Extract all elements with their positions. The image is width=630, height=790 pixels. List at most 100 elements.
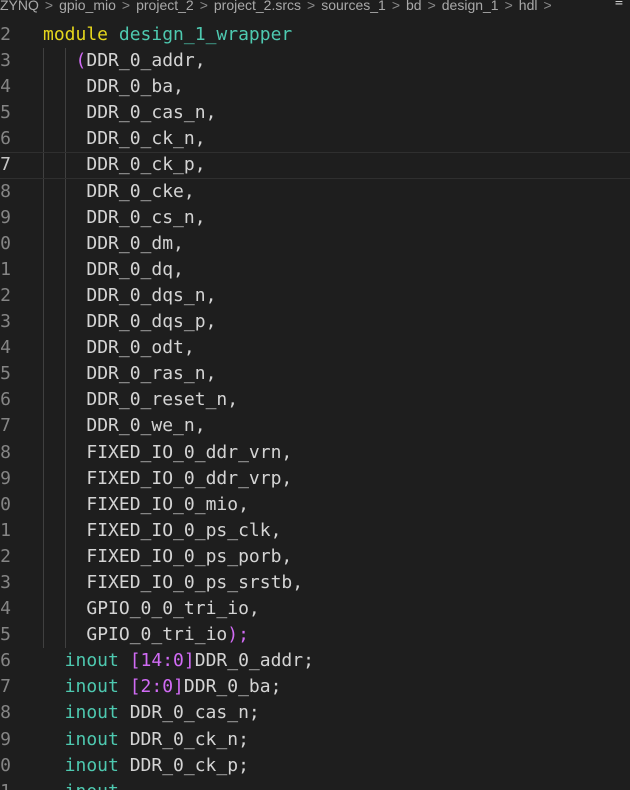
code-line[interactable]: 7 DDR_0_we_n, <box>0 413 630 440</box>
indent-guide <box>43 178 44 205</box>
indent-guide <box>64 100 66 127</box>
code-line-text: DDR_0_dqs_n, <box>86 283 216 309</box>
signal-name: DDR_0_ck_n; <box>129 728 249 750</box>
code-line[interactable]: 3 DDR_0_dqs_p, <box>0 309 630 336</box>
code-line-text: inout DDR_0_ck_n; <box>65 727 249 753</box>
indent-guide <box>43 543 44 570</box>
code-line[interactable]: 5 DDR_0_cas_n, <box>0 100 630 127</box>
port-name: GPIO_0_tri_io <box>86 624 228 646</box>
code-line[interactable]: 6 DDR_0_ck_n, <box>0 126 630 153</box>
breadcrumb-item[interactable]: ZYNQ <box>0 0 39 13</box>
code-line-text: DDR_0_cs_n, <box>86 205 205 231</box>
line-number: 4 <box>0 76 11 98</box>
code-line[interactable]: 6 inout [14:0]DDR_0_addr; <box>0 648 630 674</box>
breadcrumb-item[interactable]: design_1 <box>442 0 499 13</box>
code-line[interactable]: 0 inout DDR_0_ck_p; <box>0 753 630 779</box>
code-line[interactable]: 9 inout DDR_0_ck_n; <box>0 727 630 753</box>
line-number: 9 <box>0 728 11 750</box>
code-line-text: (DDR_0_addr, <box>76 48 206 74</box>
breadcrumb-separator-icon: > <box>121 0 131 13</box>
line-number: 5 <box>0 624 11 646</box>
breadcrumb-separator-icon: > <box>427 0 436 13</box>
keyword-inout: inout <box>64 702 119 724</box>
code-line-text: inout DDR_0_ck_p; <box>65 753 249 779</box>
code-line-text: DDR_0_dq, <box>86 257 184 283</box>
port-name: FIXED_IO_0_ddr_vrn, <box>86 441 293 463</box>
indent-guide <box>64 282 66 310</box>
port-name: DDR_0_ck_n, <box>86 128 206 150</box>
indent-guide <box>64 361 66 388</box>
indent-guide <box>43 596 44 623</box>
breadcrumb-item[interactable]: hdl <box>519 0 538 13</box>
breadcrumb-item[interactable]: project_2.srcs <box>214 0 301 13</box>
code-line-text: DDR_0_odt, <box>86 335 194 361</box>
indent-guide <box>64 74 66 101</box>
menu-icon[interactable]: ≡ <box>608 0 630 9</box>
code-line[interactable]: 3 FIXED_IO_0_ps_srstb, <box>0 569 630 597</box>
line-number: 7 <box>0 415 11 437</box>
code-line-text: FIXED_IO_0_mio, <box>86 492 249 518</box>
code-line[interactable]: 4 DDR_0_ba, <box>0 74 630 101</box>
code-line[interactable]: 2 module design_1_wrapper <box>0 22 630 48</box>
code-line[interactable]: 5 DDR_0_ras_n, <box>0 361 630 388</box>
code-line[interactable]: 2 DDR_0_dqs_n, <box>0 282 630 310</box>
line-number: 6 <box>0 128 11 150</box>
code-area[interactable]: 2 module design_1_wrapper 3 (DDR_0_addr, 4 DD… <box>0 22 630 790</box>
breadcrumb-item[interactable]: bd <box>406 0 422 13</box>
code-editor[interactable]: ZYNQ > gpio_mio > project_2 > project_2.srcs > s… <box>0 0 630 790</box>
port-name: DDR_0_cs_n, <box>86 206 206 228</box>
code-line[interactable]: 4 GPIO_0_0_tri_io, <box>0 596 630 623</box>
code-line[interactable]: 9 DDR_0_cs_n, <box>0 204 630 231</box>
code-line-text: FIXED_IO_0_ps_srstb, <box>86 570 303 596</box>
line-number: 1 <box>0 779 11 790</box>
code-line-text: FIXED_IO_0_ps_clk, <box>86 518 281 544</box>
code-line[interactable]: 8 DDR_0_cke, <box>0 178 630 205</box>
breadcrumb-item[interactable]: project_2 <box>136 0 194 13</box>
code-line[interactable]: 9 FIXED_IO_0_ddr_vrp, <box>0 465 630 492</box>
code-line[interactable]: 8 FIXED_IO_0_ddr_vrn, <box>0 439 630 466</box>
code-line-text: DDR_0_ck_p, <box>86 153 205 177</box>
indent-guide <box>43 465 44 492</box>
indent-guide <box>64 204 66 231</box>
code-line[interactable]: 7 inout [2:0]DDR_0_ba; <box>0 674 630 700</box>
indent-guide <box>64 309 66 336</box>
close-paren: ); <box>227 624 249 646</box>
line-number: 1 <box>0 519 11 541</box>
line-number: 6 <box>0 650 11 672</box>
code-line[interactable]: 8 inout DDR_0_cas_n; <box>0 700 630 726</box>
line-number: 5 <box>0 102 11 124</box>
code-line[interactable]: 2 FIXED_IO_0_ps_porb, <box>0 543 630 570</box>
code-line-text: GPIO_0_0_tri_io, <box>86 596 259 622</box>
indent-guide <box>43 622 44 649</box>
line-number: 3 <box>0 50 11 72</box>
indent-guide <box>43 491 44 518</box>
port-name: DDR_0_dm, <box>86 232 184 254</box>
code-line-text: DDR_0_dqs_p, <box>86 309 216 335</box>
code-line[interactable]: 0 FIXED_IO_0_mio, <box>0 491 630 518</box>
indent-guide <box>43 48 44 75</box>
breadcrumb-item[interactable]: sources_1 <box>321 0 386 13</box>
breadcrumb-item[interactable]: gpio_mio <box>59 0 116 13</box>
code-line[interactable]: 1 FIXED_IO_0_ps_clk, <box>0 517 630 544</box>
code-line[interactable]: 6 DDR_0_reset_n, <box>0 387 630 414</box>
indent-guide <box>43 256 44 283</box>
indent-guide <box>64 543 66 570</box>
code-line[interactable]: 7 DDR_0_ck_p, <box>0 152 630 179</box>
breadcrumb-separator-icon: > <box>44 0 54 13</box>
port-name: DDR_0_ras_n, <box>86 363 217 385</box>
indent-guide <box>43 335 44 362</box>
indent-guide <box>64 465 66 492</box>
indent-guide <box>64 517 66 544</box>
code-line[interactable]: 1 inout <box>0 779 630 790</box>
code-line[interactable]: 4 DDR_0_odt, <box>0 335 630 362</box>
code-line-text: DDR_0_cas_n, <box>86 100 216 126</box>
line-number: 0 <box>0 754 11 776</box>
code-line[interactable]: 0 DDR_0_dm, <box>0 230 630 257</box>
signal-name: DDR_0_addr; <box>194 650 314 672</box>
code-line[interactable]: 1 DDR_0_dq, <box>0 256 630 283</box>
code-line[interactable]: 5 GPIO_0_tri_io); <box>0 622 630 649</box>
code-line-text: GPIO_0_tri_io); <box>86 622 249 648</box>
indent-guide <box>64 178 66 205</box>
keyword-inout: inout <box>64 650 119 672</box>
code-line[interactable]: 3 (DDR_0_addr, <box>0 48 630 75</box>
